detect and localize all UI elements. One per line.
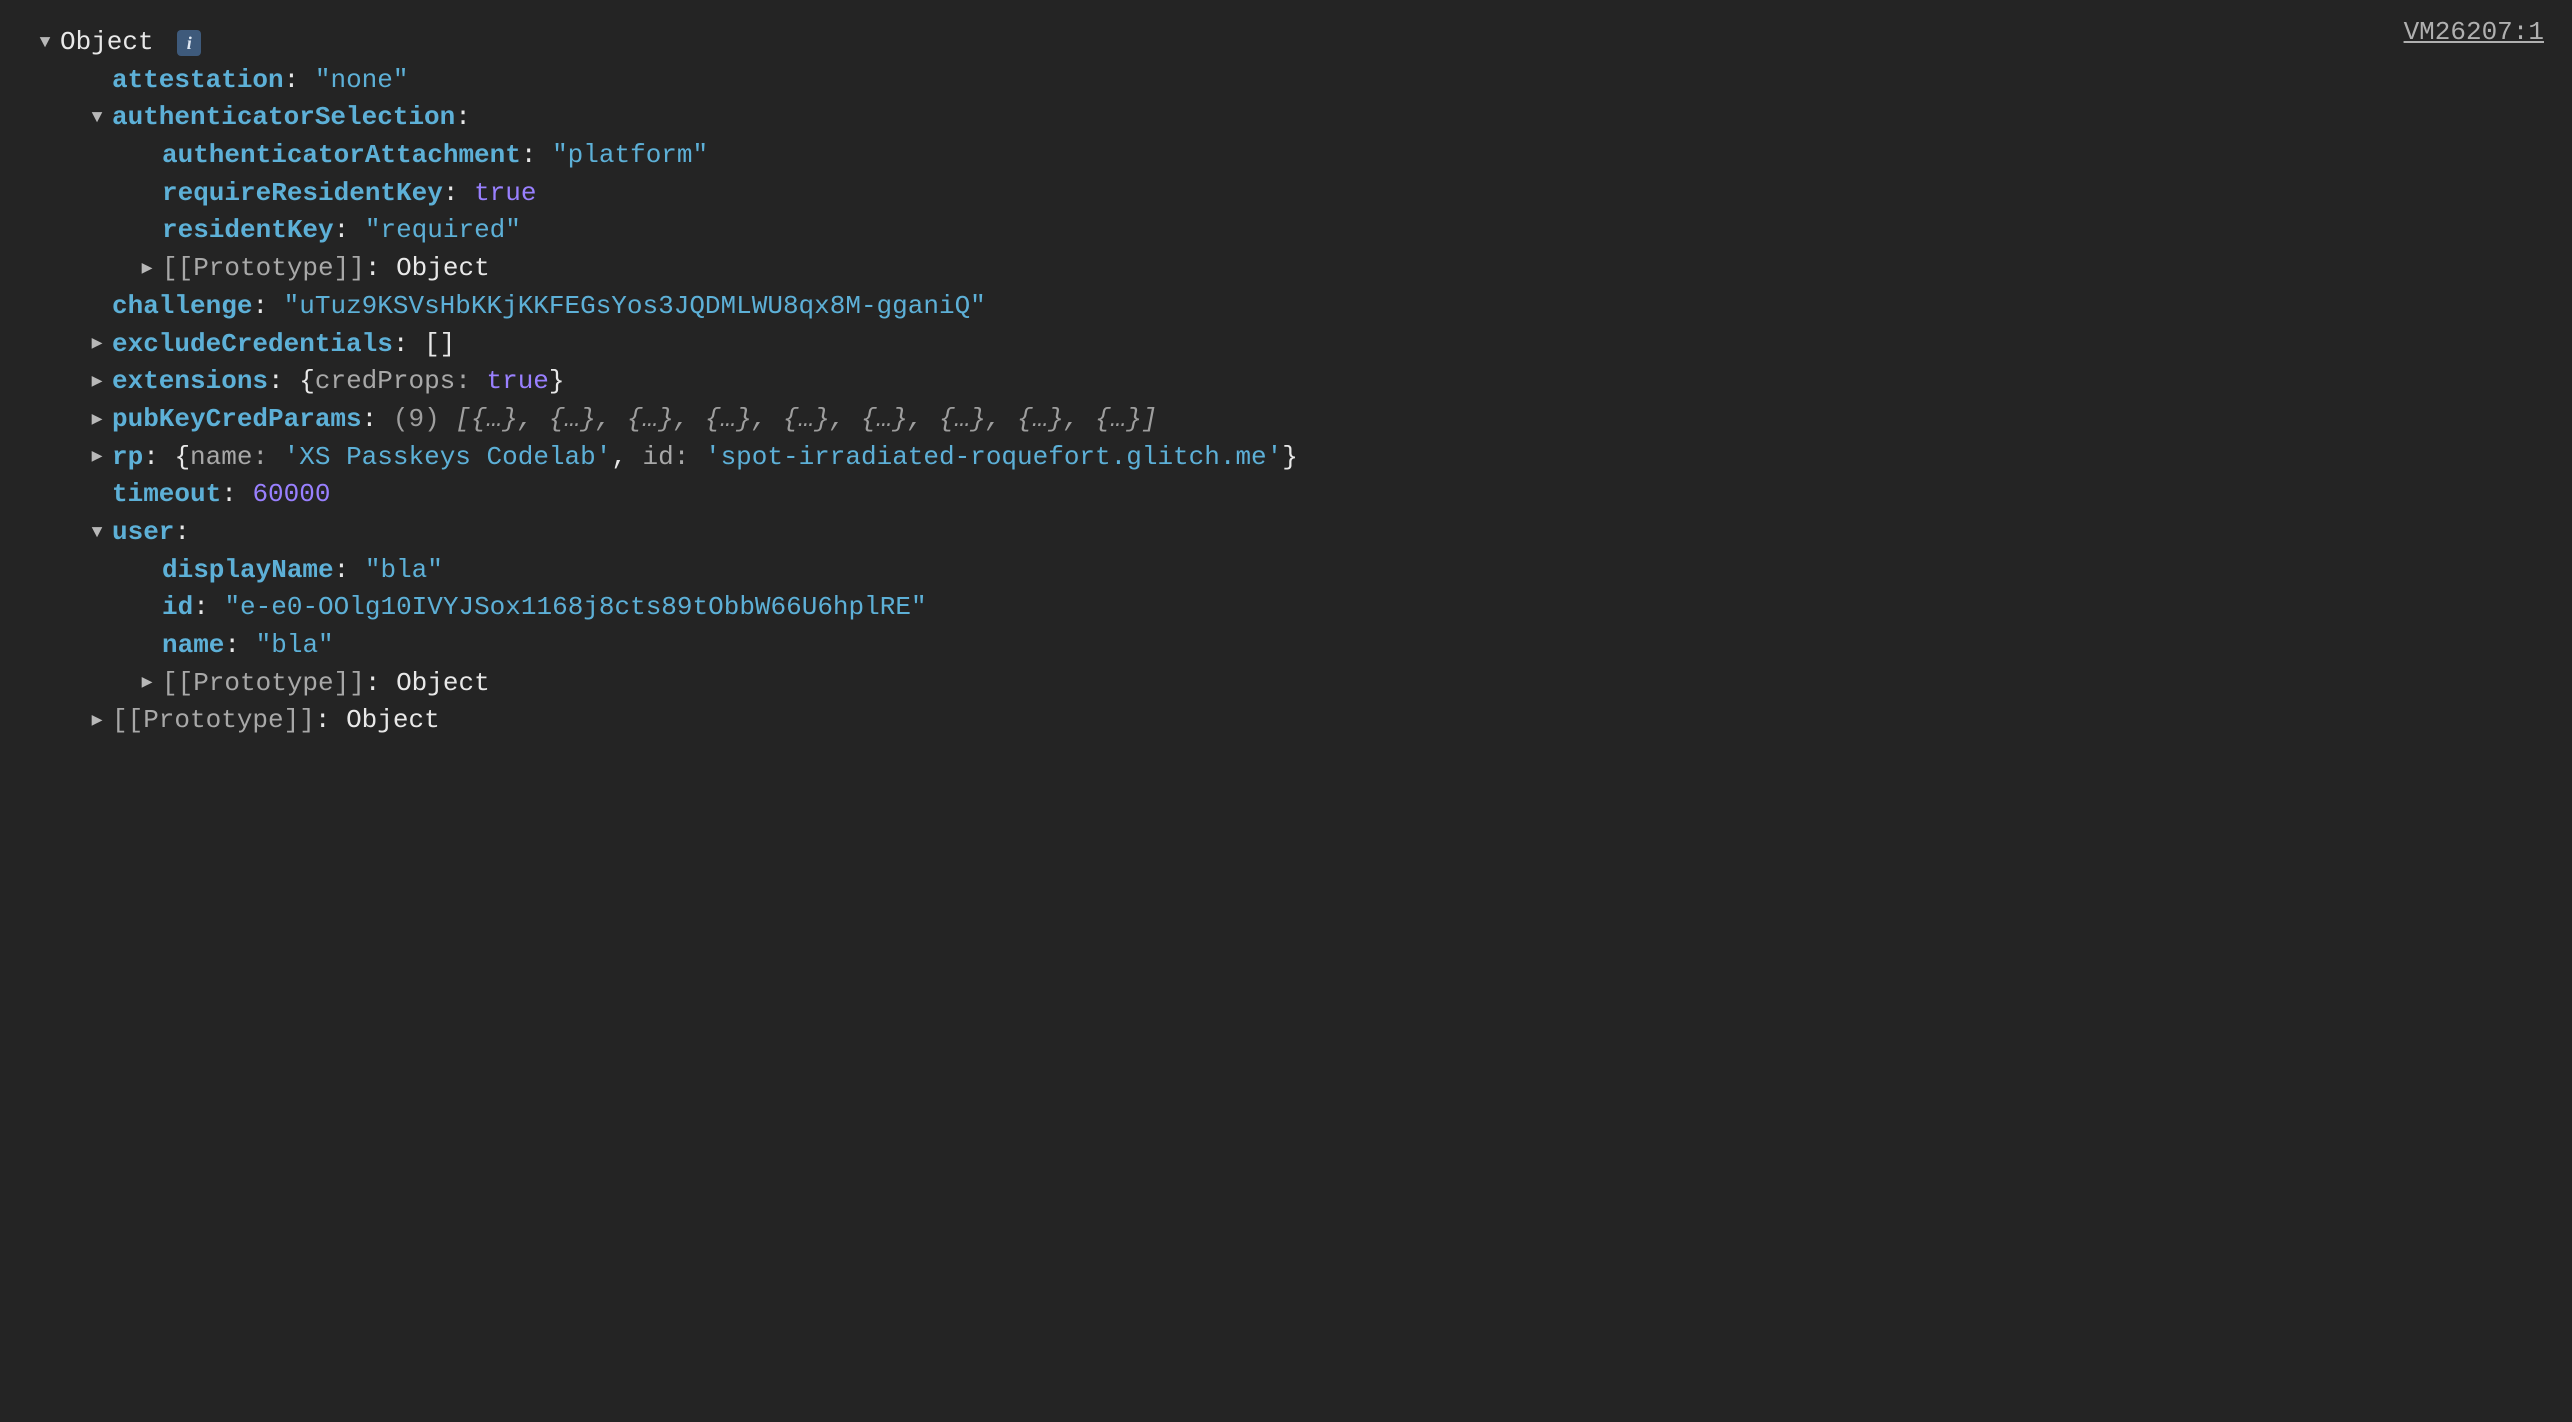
prop-extensions[interactable]: ▶ extensions: {credProps: true} [34,363,2548,401]
prop-rp[interactable]: ▶ rp: {name: 'XS Passkeys Codelab', id: … [34,439,2548,477]
chevron-right-icon[interactable]: ▶ [136,256,158,282]
object-label: Object [60,24,154,62]
key-prototype: [[Prototype]] [162,250,365,288]
value-attestation: "none" [315,62,409,100]
key-rp: rp [112,439,143,477]
chevron-right-icon[interactable]: ▶ [86,708,108,734]
key-user: user [112,514,174,552]
chevron-down-icon[interactable]: ▼ [86,105,108,131]
prop-user[interactable]: ▼ user: [34,514,2548,552]
info-icon[interactable]: i [177,30,201,56]
value-user-name: "bla" [256,627,334,665]
value-prototype: Object [396,665,490,703]
array-length: (9) [393,401,455,439]
value-requireResidentKey: true [474,175,536,213]
key-excludeCredentials: excludeCredentials [112,326,393,364]
prop-user-id[interactable]: ▶ id: "e-e0-OOlg10IVYJSox1168j8cts89tObb… [34,589,2548,627]
key-attestation: attestation [112,62,284,100]
chevron-right-icon[interactable]: ▶ [136,670,158,696]
value-residentKey: "required" [365,212,521,250]
value-displayName: "bla" [365,552,443,590]
key-authenticatorSelection: authenticatorSelection [112,99,455,137]
prop-excludeCredentials[interactable]: ▶ excludeCredentials: [] [34,326,2548,364]
prop-user-prototype[interactable]: ▶ [[Prototype]]: Object [34,665,2548,703]
prop-pubKeyCredParams[interactable]: ▶ pubKeyCredParams: (9) [{…}, {…}, {…}, … [34,401,2548,439]
value-prototype: Object [396,250,490,288]
chevron-right-icon[interactable]: ▶ [86,444,108,470]
key-authenticatorAttachment: authenticatorAttachment [162,137,521,175]
value-challenge: "uTuz9KSVsHbKKjKKFEGsYos3JQDMLWU8qx8M-gg… [284,288,986,326]
key-requireResidentKey: requireResidentKey [162,175,443,213]
key-timeout: timeout [112,476,221,514]
value-prototype: Object [346,702,440,740]
value-authenticatorAttachment: "platform" [552,137,708,175]
prop-user-name[interactable]: ▶ name: "bla" [34,627,2548,665]
key-displayName: displayName [162,552,334,590]
value-user-id: "e-e0-OOlg10IVYJSox1168j8cts89tObbW66U6h… [224,589,926,627]
prop-authenticatorSelection[interactable]: ▼ authenticatorSelection: [34,99,2548,137]
chevron-right-icon[interactable]: ▶ [86,369,108,395]
source-link[interactable]: VM26207:1 [2404,14,2544,52]
chevron-right-icon[interactable]: ▶ [86,331,108,357]
key-user-id: id [162,589,193,627]
value-excludeCredentials: [] [424,326,455,364]
prop-attestation[interactable]: ▶ attestation: "none" [34,62,2548,100]
prop-timeout[interactable]: ▶ timeout: 60000 [34,476,2548,514]
prop-challenge[interactable]: ▶ challenge: "uTuz9KSVsHbKKjKKFEGsYos3JQ… [34,288,2548,326]
key-prototype: [[Prototype]] [112,702,315,740]
prop-requireResidentKey[interactable]: ▶ requireResidentKey: true [34,175,2548,213]
prop-residentKey[interactable]: ▶ residentKey: "required" [34,212,2548,250]
chevron-down-icon[interactable]: ▼ [34,30,56,56]
key-residentKey: residentKey [162,212,334,250]
chevron-right-icon[interactable]: ▶ [86,407,108,433]
prop-root-prototype[interactable]: ▶ [[Prototype]]: Object [34,702,2548,740]
value-timeout: 60000 [252,476,330,514]
key-user-name: name [162,627,224,665]
key-challenge: challenge [112,288,252,326]
prop-authSel-prototype[interactable]: ▶ [[Prototype]]: Object [34,250,2548,288]
prop-authenticatorAttachment[interactable]: ▶ authenticatorAttachment: "platform" [34,137,2548,175]
chevron-down-icon[interactable]: ▼ [86,520,108,546]
object-root-row[interactable]: ▼ Object i [34,24,2548,62]
value-pubKeyCredParams: [{…}, {…}, {…}, {…}, {…}, {…}, {…}, {…},… [455,401,1157,439]
key-prototype: [[Prototype]] [162,665,365,703]
key-extensions: extensions [112,363,268,401]
console-output: VM26207:1 ▼ Object i ▶ attestation: "non… [0,0,2572,1422]
key-pubKeyCredParams: pubKeyCredParams [112,401,362,439]
prop-user-displayName[interactable]: ▶ displayName: "bla" [34,552,2548,590]
